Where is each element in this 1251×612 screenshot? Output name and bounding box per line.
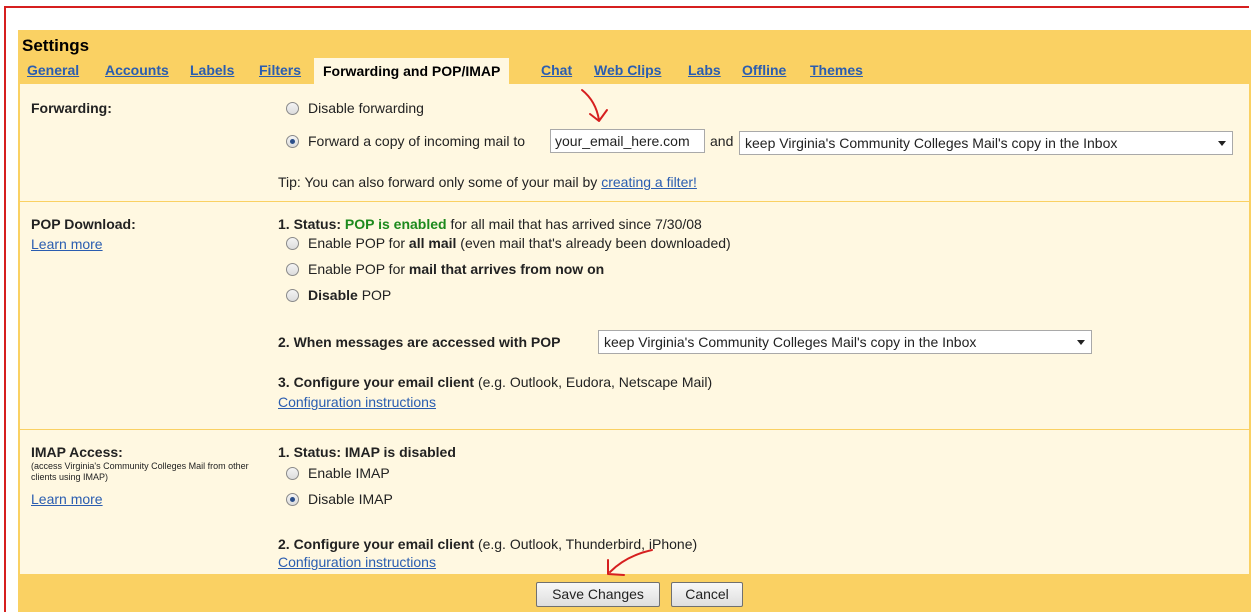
- chevron-down-icon: [1077, 340, 1085, 345]
- pop-disable-option[interactable]: Disable POP: [286, 286, 391, 304]
- settings-title: Settings: [22, 36, 90, 55]
- annotation-arrow-save: [607, 549, 653, 576]
- forwarding-label: Forwarding:: [31, 100, 112, 116]
- settings-panel: Forwarding: Disable forwarding Forward a…: [20, 84, 1249, 612]
- forward-email-input[interactable]: your_email_here.com: [550, 129, 705, 153]
- pop-all-mail-bold: all mail: [408, 235, 457, 251]
- imap-enable-radio[interactable]: [286, 466, 299, 480]
- tab-themes[interactable]: Themes: [810, 62, 863, 78]
- tab-forwarding-pop-imap[interactable]: Forwarding and POP/IMAP: [314, 58, 510, 84]
- pop-all-mail-option[interactable]: Enable POP for all mail (even mail that'…: [286, 234, 731, 252]
- pop-section: POP Download: Learn more 1. Status: POP …: [20, 202, 1249, 430]
- pop-all-mail-radio[interactable]: [286, 236, 299, 250]
- pop-from-now-prefix: Enable POP for: [308, 261, 406, 277]
- pop-label: POP Download:: [31, 216, 136, 232]
- tab-accounts[interactable]: Accounts: [105, 62, 169, 78]
- pop-status-value: POP is enabled: [344, 216, 447, 232]
- pop-when-accessed-value: keep Virginia's Community Colleges Mail'…: [604, 334, 977, 350]
- disable-forwarding-text: Disable forwarding: [308, 100, 424, 116]
- chevron-down-icon: [1218, 141, 1226, 146]
- imap-status: 1. Status: IMAP is disabled: [278, 444, 456, 460]
- pop-configure-bold: 3. Configure your email client: [278, 374, 475, 390]
- pop-learn-more-link[interactable]: Learn more: [31, 236, 103, 252]
- pop-configure: 3. Configure your email client (e.g. Out…: [278, 374, 712, 390]
- pop-from-now-option[interactable]: Enable POP for mail that arrives from no…: [286, 260, 604, 278]
- pop-status-prefix: 1. Status:: [278, 216, 342, 232]
- pop-configure-suffix: (e.g. Outlook, Eudora, Netscape Mail): [477, 374, 713, 390]
- imap-configure-bold: 2. Configure your email client: [278, 536, 475, 552]
- settings-container: Settings General Accounts Labels Filters…: [18, 30, 1251, 612]
- forward-copy-option[interactable]: Forward a copy of incoming mail to: [286, 132, 525, 150]
- tab-labs[interactable]: Labs: [688, 62, 721, 78]
- pop-when-accessed-select[interactable]: keep Virginia's Community Colleges Mail'…: [598, 330, 1092, 354]
- pop-disable-suffix: POP: [361, 287, 392, 303]
- imap-disable-text: Disable IMAP: [308, 491, 393, 507]
- settings-tabs: General Accounts Labels Filters Forwardi…: [18, 58, 1251, 84]
- forwarding-section: Forwarding: Disable forwarding Forward a…: [20, 84, 1249, 202]
- pop-from-now-radio[interactable]: [286, 262, 299, 276]
- tab-web-clips[interactable]: Web Clips: [594, 62, 661, 78]
- tab-labels[interactable]: Labels: [190, 62, 234, 78]
- cancel-button[interactable]: Cancel: [671, 582, 743, 607]
- imap-label: IMAP Access:: [31, 444, 123, 460]
- pop-from-now-bold: mail that arrives from now on: [408, 261, 605, 277]
- annotation-arrow-email: [581, 89, 608, 122]
- pop-status-suffix: for all mail that has arrived since 7/30…: [450, 216, 702, 232]
- forward-action-select[interactable]: keep Virginia's Community Colleges Mail'…: [739, 131, 1233, 155]
- forward-copy-radio[interactable]: [286, 134, 299, 148]
- forwarding-tip-text: Tip: You can also forward only some of y…: [278, 174, 598, 190]
- imap-sublabel: (access Virginia's Community Colleges Ma…: [31, 461, 249, 482]
- pop-status: 1. Status: POP is enabled for all mail t…: [278, 216, 702, 232]
- tab-offline[interactable]: Offline: [742, 62, 786, 78]
- imap-enable-option[interactable]: Enable IMAP: [286, 464, 390, 482]
- imap-disable-radio[interactable]: [286, 492, 299, 506]
- imap-learn-more-link[interactable]: Learn more: [31, 491, 103, 507]
- create-filter-link[interactable]: creating a filter!: [601, 174, 697, 190]
- imap-config-instructions-link[interactable]: Configuration instructions: [278, 554, 436, 570]
- tab-general[interactable]: General: [27, 62, 79, 78]
- forwarding-tip: Tip: You can also forward only some of y…: [278, 174, 697, 190]
- tab-chat[interactable]: Chat: [541, 62, 572, 78]
- forward-action-value: keep Virginia's Community Colleges Mail'…: [745, 135, 1118, 151]
- pop-disable-radio[interactable]: [286, 288, 299, 302]
- pop-all-mail-prefix: Enable POP for: [308, 235, 406, 251]
- imap-enable-text: Enable IMAP: [308, 465, 390, 481]
- forward-copy-text: Forward a copy of incoming mail to: [308, 133, 526, 149]
- disable-forwarding-radio[interactable]: [286, 101, 299, 115]
- tab-filters[interactable]: Filters: [259, 62, 301, 78]
- pop-disable-bold: Disable: [308, 287, 358, 303]
- pop-all-mail-suffix: (even mail that's already been downloade…: [460, 235, 731, 251]
- imap-configure-suffix: (e.g. Outlook, Thunderbird, iPhone): [477, 536, 698, 552]
- forward-and-text: and: [710, 133, 734, 149]
- disable-forwarding-option[interactable]: Disable forwarding: [286, 99, 424, 117]
- pop-when-accessed-label: 2. When messages are accessed with POP: [278, 334, 561, 350]
- save-changes-button[interactable]: Save Changes: [536, 582, 660, 607]
- pop-config-instructions-link[interactable]: Configuration instructions: [278, 394, 436, 410]
- imap-disable-option[interactable]: Disable IMAP: [286, 490, 393, 508]
